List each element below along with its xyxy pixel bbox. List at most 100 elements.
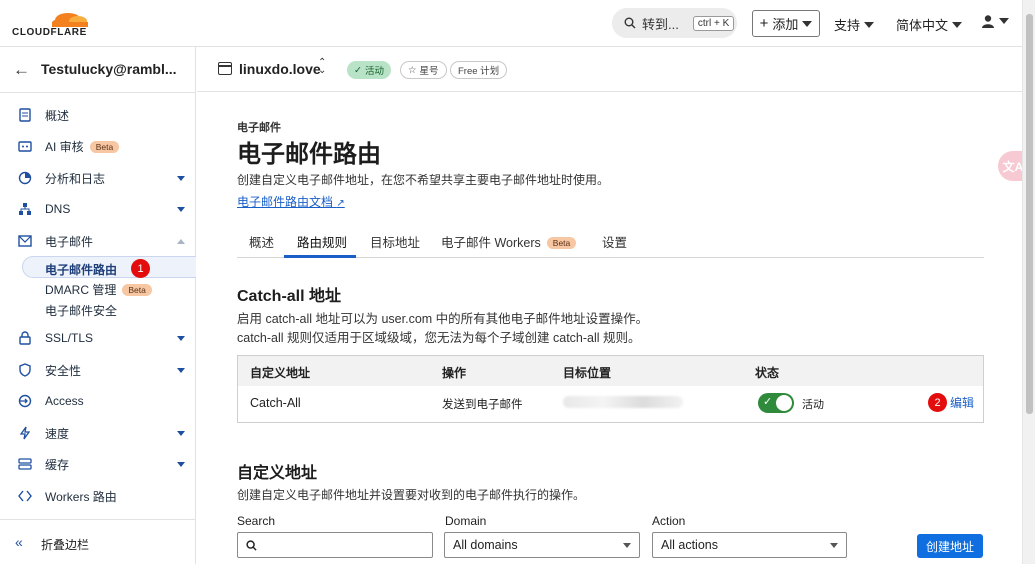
action-value: All actions (661, 538, 718, 552)
user-icon (982, 15, 994, 28)
zone-switcher-icon[interactable]: ⌃ ⌄ (318, 58, 326, 76)
tab-destination-addresses[interactable]: 目标地址 (370, 232, 420, 251)
checkmark-icon: ✓ (763, 396, 773, 408)
sidebar-item-overview[interactable]: 概述 (0, 100, 196, 130)
sidebar-subitem-email-security[interactable]: 电子邮件安全 (45, 302, 117, 319)
collapse-label: 折叠边栏 (41, 538, 90, 552)
column-header: 操作 (442, 366, 467, 380)
goto-search-button[interactable]: 转到... ctrl + K (612, 8, 737, 38)
user-menu[interactable] (981, 14, 1009, 28)
ai-audit-label: AI 审核 (45, 139, 84, 154)
sidebar-item-label: 概述 (45, 108, 70, 123)
account-switcher[interactable]: ← Testulucky@rambl... (0, 47, 196, 93)
sidebar-item-label: AI 审核 Beta (45, 138, 120, 155)
custom-addresses-title: 自定义地址 (237, 465, 318, 482)
cloudflare-logo[interactable]: CLOUDFLARE (12, 8, 94, 40)
sidebar-subitem-dmarc[interactable]: DMARC 管理 Beta (45, 281, 152, 298)
goto-label: 转到... (642, 16, 679, 32)
catchall-description-1: 启用 catch-all 地址可以为 user.com 中的所有其他电子邮件地址… (237, 312, 649, 326)
sidebar-item-cache[interactable]: 缓存 (0, 449, 196, 479)
section-eyebrow: 电子邮件 (237, 122, 281, 134)
sidebar-item-label: 速度 (45, 426, 70, 441)
column-header: 状态 (755, 366, 780, 380)
bolt-icon (17, 425, 33, 441)
sidebar-item-speed[interactable]: 速度 (0, 418, 196, 448)
sidebar-item-label: 缓存 (45, 457, 70, 472)
sidebar-item-dns[interactable]: DNS (0, 194, 196, 224)
collapse-sidebar-button[interactable]: « 折叠边栏 (0, 519, 196, 564)
language-menu[interactable]: 简体中文 (896, 15, 963, 34)
domain-label: Domain (445, 514, 487, 528)
sidebar-item-label: Workers 路由 (45, 489, 117, 504)
tab-routing-rules[interactable]: 路由规则 (297, 232, 347, 251)
sidebar-item-security[interactable]: 安全性 (0, 355, 196, 385)
sidebar-item-analytics[interactable]: 分析和日志 (0, 163, 196, 193)
sidebar-item-ai-audit[interactable]: AI 审核 Beta (0, 131, 196, 161)
toggle-knob (776, 395, 792, 411)
zone-header: linuxdo.love ⌃ ⌄ ✓ 活动 ☆ 星号 Free 计划 (197, 47, 1022, 92)
sidebar-item-workers-routes[interactable]: Workers 路由 (0, 481, 196, 511)
sidebar-item-access[interactable]: Access (0, 386, 196, 416)
analytics-icon (17, 170, 33, 186)
zone-name[interactable]: linuxdo.love (239, 61, 321, 77)
add-label: 添加 (772, 17, 799, 32)
account-name: Testulucky@rambl... (41, 61, 177, 77)
domain-select[interactable]: All domains (444, 532, 640, 558)
destination-redacted (563, 396, 683, 408)
sidebar-subitem-email-routing[interactable]: 电子邮件路由 1 (45, 259, 151, 278)
sidebar-item-ssl-tls[interactable]: SSL/TLS (0, 323, 196, 353)
support-label: 支持 (834, 18, 861, 33)
active-tab-indicator (284, 255, 356, 258)
chevron-down-icon (177, 175, 185, 181)
access-icon (17, 393, 33, 409)
checkmark-icon: ✓ (354, 64, 362, 76)
chevron-down-icon (830, 543, 838, 548)
create-address-button[interactable]: 创建地址 (917, 534, 983, 558)
add-button[interactable]: + 添加 (752, 10, 820, 37)
catchall-status: 活动 (802, 399, 824, 411)
search-icon (624, 17, 636, 29)
sidebar-item-label: Access (45, 394, 84, 408)
chevron-down-icon (952, 21, 963, 28)
sidebar-item-label: SSL/TLS (45, 331, 94, 345)
catchall-enabled-toggle[interactable]: ✓ (758, 393, 794, 413)
edit-catchall-button[interactable]: 2 编辑 (928, 393, 974, 412)
annotation-marker-2: 2 (928, 393, 947, 412)
docs-link[interactable]: 电子邮件路由文档 ↗ (237, 193, 345, 210)
back-arrow-icon[interactable]: ← (13, 60, 30, 80)
sidebar-item-label: 分析和日志 (45, 171, 106, 186)
top-navigation-bar: CLOUDFLARE 转到... ctrl + K + 添加 支持 简体中文 (0, 0, 1022, 47)
status-badge: ✓ 活动 (347, 61, 391, 79)
sidebar-item-email[interactable]: 电子邮件 (0, 226, 196, 256)
external-link-icon: ↗ (336, 198, 345, 209)
dmarc-label: DMARC 管理 (45, 283, 117, 297)
double-chevron-left-icon: « (15, 534, 23, 550)
chevron-down-icon (177, 461, 185, 467)
plus-icon: + (759, 14, 769, 32)
tab-email-workers[interactable]: 电子邮件 Workers Beta (441, 232, 577, 251)
logo-wordmark: CLOUDFLARE (12, 27, 87, 38)
tab-settings[interactable]: 设置 (602, 232, 627, 251)
star-button[interactable]: ☆ 星号 (400, 61, 447, 79)
docs-link-label: 电子邮件路由文档 (237, 195, 334, 209)
sidebar-item-label: 安全性 (45, 363, 82, 378)
cache-icon (17, 456, 33, 472)
dns-icon (17, 201, 33, 217)
action-label: Action (652, 514, 686, 528)
email-routing-label: 电子邮件路由 (45, 262, 118, 277)
language-label: 简体中文 (896, 18, 949, 33)
plan-badge[interactable]: Free 计划 (450, 61, 508, 79)
catchall-table: 自定义地址 操作 目标位置 状态 Catch-All 发送到电子邮件 ✓ 活动 … (237, 355, 984, 423)
action-select[interactable]: All actions (652, 532, 847, 558)
search-input[interactable] (237, 532, 433, 558)
annotation-marker-1: 1 (131, 259, 151, 278)
tab-overview[interactable]: 概述 (249, 232, 274, 251)
chevron-down-icon (864, 21, 875, 28)
star-icon: ☆ (408, 64, 417, 76)
tab-email-workers-label: 电子邮件 Workers (441, 236, 541, 250)
support-menu[interactable]: 支持 (834, 15, 875, 34)
scrollbar-thumb[interactable] (1026, 14, 1033, 414)
search-label: Search (237, 514, 276, 528)
page-scrollbar[interactable] (1022, 0, 1035, 564)
mail-icon (17, 233, 33, 249)
